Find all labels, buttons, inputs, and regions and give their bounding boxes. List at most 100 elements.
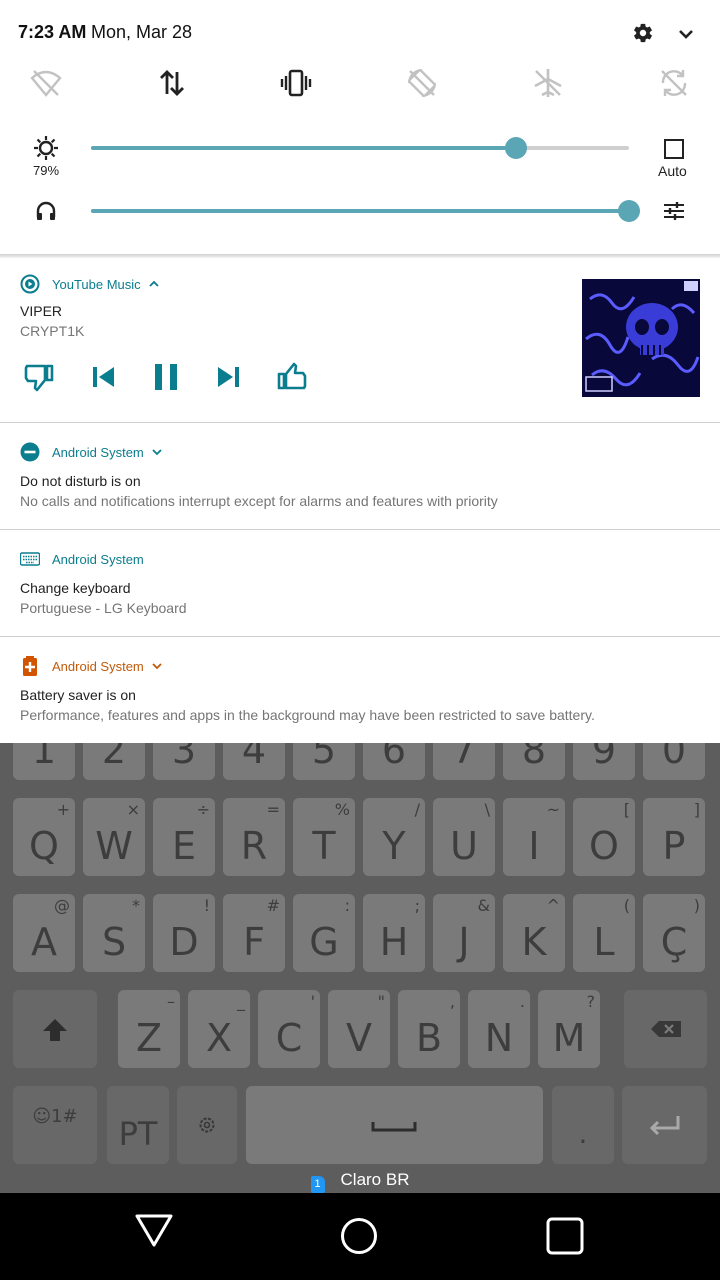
wifi-off-icon[interactable] — [29, 66, 63, 100]
thumbs-up-icon[interactable] — [275, 360, 309, 394]
dnd-text: No calls and notifications interrupt exc… — [20, 493, 498, 509]
key-g[interactable]: G: — [293, 894, 355, 972]
key-z[interactable]: Z – — [118, 990, 180, 1068]
key-label: PT — [118, 1115, 158, 1153]
key-label: T — [312, 824, 336, 868]
shift-icon — [43, 1019, 67, 1041]
key-a[interactable]: A @ — [13, 894, 75, 972]
back-icon[interactable] — [134, 1210, 174, 1250]
key-k[interactable]: K ^ — [503, 894, 565, 972]
key-s[interactable]: S * — [83, 894, 145, 972]
key-d[interactable]: D! — [153, 894, 215, 972]
key-secondary-label: ^ — [546, 896, 560, 915]
key-t[interactable]: T% — [293, 798, 355, 876]
key-label: ☺1# — [32, 1106, 78, 1127]
thumbs-down-icon[interactable] — [22, 360, 56, 394]
notification-dnd[interactable]: Android System Do not disturb is on No c… — [0, 423, 720, 530]
settings-gear-icon[interactable] — [632, 22, 654, 44]
key-l[interactable]: L( — [573, 894, 635, 972]
period-key[interactable]: . — [552, 1086, 614, 1164]
track-artist: CRYPT1K — [20, 323, 85, 339]
key-m[interactable]: M? — [538, 990, 600, 1068]
brightness-icon — [34, 136, 58, 160]
key-v[interactable]: V " — [328, 990, 390, 1068]
key-n[interactable]: N. — [468, 990, 530, 1068]
pause-icon[interactable] — [149, 360, 183, 394]
key-secondary-label: – — [167, 992, 175, 1011]
key-j[interactable]: J & — [433, 894, 495, 972]
equalizer-settings-icon[interactable] — [663, 201, 685, 221]
key-o[interactable]: O[ — [573, 798, 635, 876]
key-secondary-label: @ — [54, 896, 70, 915]
key-c[interactable]: C ' — [258, 990, 320, 1068]
home-icon[interactable] — [340, 1217, 378, 1255]
key-q[interactable]: Q + — [13, 798, 75, 876]
key-secondary-label: % — [334, 800, 350, 819]
key-secondary-label: / — [414, 800, 420, 819]
keyboard-settings-key[interactable] — [177, 1086, 237, 1164]
keyboard-app-row: Android System — [20, 549, 144, 569]
brightness-percent: 79% — [33, 163, 60, 178]
key-b[interactable]: B, — [398, 990, 460, 1068]
key-secondary-label: = — [266, 800, 280, 819]
key-label: F — [243, 920, 265, 964]
previous-track-icon[interactable] — [86, 360, 120, 394]
notification-keyboard[interactable]: Android System Change keyboard Portugues… — [0, 530, 720, 637]
key-label: U — [450, 824, 478, 868]
chevron-up-icon[interactable] — [149, 279, 159, 289]
key-e[interactable]: E ÷ — [153, 798, 215, 876]
navigation-bar — [0, 1193, 720, 1280]
key-f[interactable]: F # — [223, 894, 285, 972]
key-w[interactable]: W × — [83, 798, 145, 876]
chevron-down-icon[interactable] — [152, 447, 162, 457]
sync-off-icon[interactable] — [657, 66, 691, 100]
key-secondary-label: , — [449, 992, 455, 1011]
key-r[interactable]: R = — [223, 798, 285, 876]
dnd-app-name: Android System — [52, 444, 144, 460]
backspace-key[interactable] — [624, 990, 707, 1068]
key-label: E — [171, 824, 196, 868]
key-ç[interactable]: Ç) — [643, 894, 705, 972]
media-notification[interactable]: YouTube Music VIPER CRYPT1K — [0, 258, 720, 423]
recents-icon[interactable] — [546, 1217, 584, 1255]
key-u[interactable]: U \ — [433, 798, 495, 876]
key-label: D — [169, 920, 199, 964]
chevron-down-icon[interactable] — [152, 661, 162, 671]
key-label: P — [662, 824, 686, 868]
headphones-icon — [36, 201, 56, 220]
enter-key[interactable] — [622, 1086, 707, 1164]
key-secondary-label: # — [266, 896, 280, 915]
airplane-off-icon[interactable] — [531, 66, 565, 100]
vibrate-icon[interactable] — [279, 66, 313, 100]
rotation-lock-icon[interactable] — [405, 66, 439, 100]
volume-slider-thumb[interactable] — [618, 200, 640, 222]
shift-key[interactable] — [13, 990, 97, 1068]
key-secondary-label: + — [56, 800, 70, 819]
key-secondary-label: ~ — [546, 800, 560, 819]
key-x[interactable]: X _ — [188, 990, 250, 1068]
next-track-icon[interactable] — [212, 360, 246, 394]
brightness-slider-thumb[interactable] — [505, 137, 527, 159]
space-key[interactable] — [246, 1086, 543, 1164]
key-secondary-label: ; — [414, 896, 420, 915]
gear-icon — [199, 1117, 215, 1133]
key-p[interactable]: P] — [643, 798, 705, 876]
key-label: X — [205, 1016, 233, 1060]
carrier-name: Claro BR — [340, 1170, 410, 1189]
key-y[interactable]: Y / — [363, 798, 425, 876]
symbols-key[interactable]: ☺1# — [13, 1086, 97, 1164]
key-h[interactable]: H; — [363, 894, 425, 972]
collapse-chevron-icon[interactable] — [676, 24, 696, 44]
notification-battery-saver[interactable]: Android System Battery saver is on Perfo… — [0, 637, 720, 743]
quick-settings-panel: 7:23 AM Mon, Mar 28 79% Auto — [0, 0, 720, 254]
brightness-slider[interactable] — [91, 137, 629, 159]
auto-brightness-checkbox[interactable] — [664, 139, 684, 159]
space-icon — [371, 1122, 417, 1132]
data-transfer-icon[interactable] — [155, 66, 189, 100]
sim-icon: 1 — [310, 1176, 325, 1193]
keyboard-app-name: Android System — [52, 551, 144, 567]
language-key[interactable]: PT — [107, 1086, 169, 1164]
volume-slider[interactable] — [91, 200, 640, 222]
key-i[interactable]: I ~ — [503, 798, 565, 876]
dnd-title: Do not disturb is on — [20, 473, 141, 489]
